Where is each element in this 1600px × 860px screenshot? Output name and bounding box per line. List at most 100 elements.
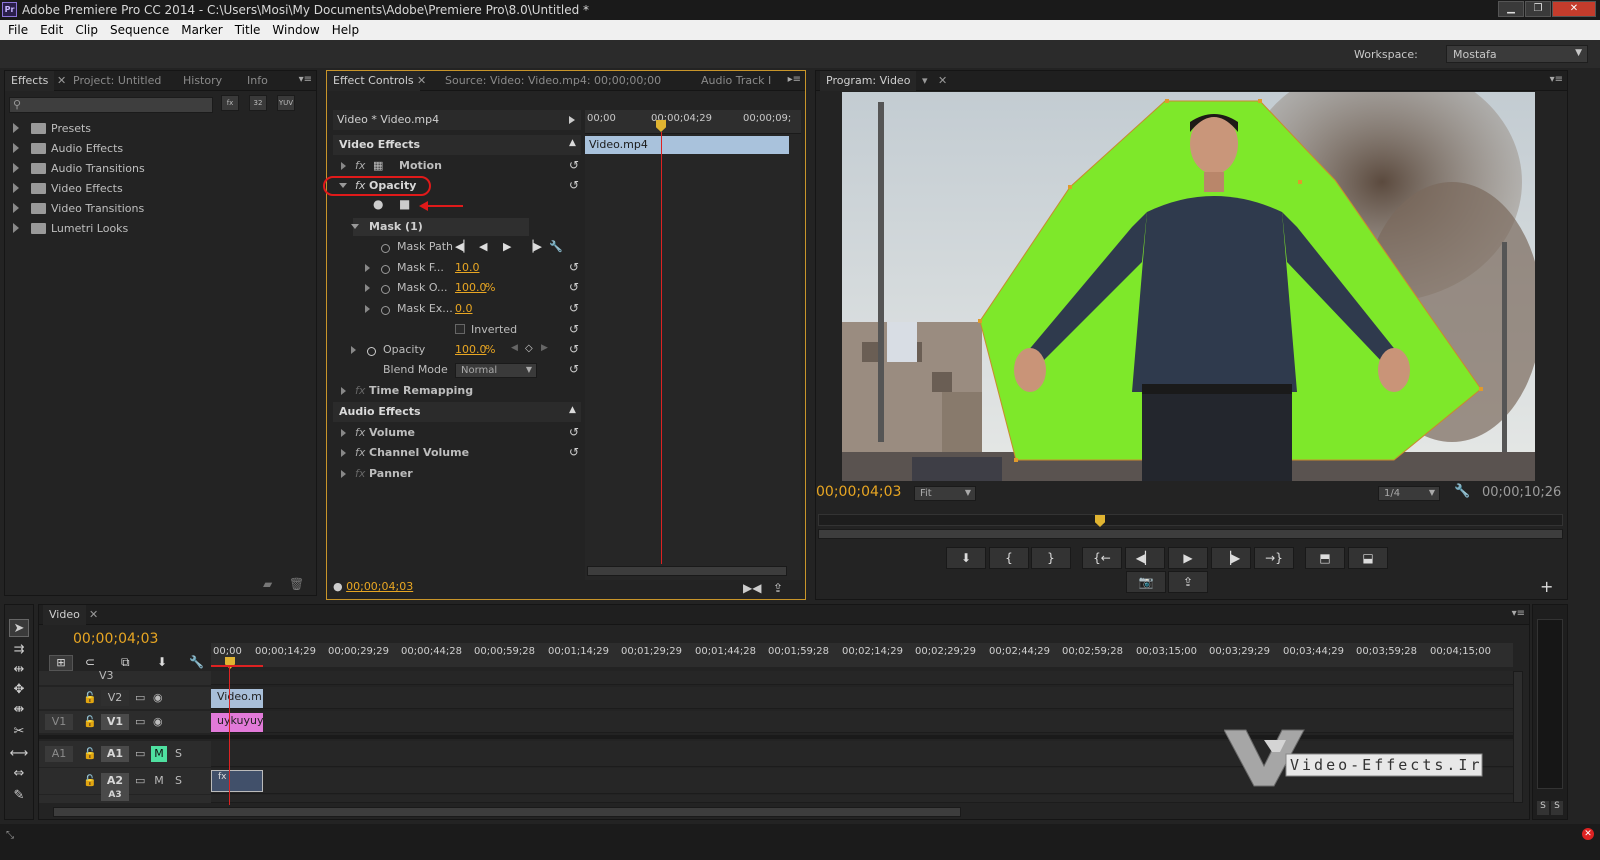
- wrench-icon[interactable]: 🔧: [189, 655, 204, 669]
- clip-v2[interactable]: Video.m: [211, 689, 263, 708]
- expand-icon[interactable]: [13, 223, 19, 233]
- add-marker-icon[interactable]: ⬇: [157, 655, 167, 669]
- play-button[interactable]: ▶: [1168, 547, 1208, 569]
- expand-icon[interactable]: [341, 429, 346, 437]
- solo-a2-button[interactable]: S: [175, 773, 182, 789]
- panel-menu-icon[interactable]: ▾≡: [299, 74, 312, 85]
- expand-icon[interactable]: [365, 284, 370, 292]
- fx-icon[interactable]: fx: [355, 159, 365, 172]
- button-editor-icon[interactable]: +: [1540, 577, 1553, 596]
- clip-a2[interactable]: fx: [211, 770, 263, 792]
- close-button[interactable]: ✕: [1552, 1, 1596, 17]
- resolution-select[interactable]: 1/4 ▼: [1378, 486, 1440, 501]
- mark-in-button[interactable]: {: [989, 547, 1029, 569]
- reset-icon[interactable]: ↺: [569, 445, 579, 459]
- panel-menu-icon[interactable]: ▸≡: [788, 74, 801, 85]
- workspace-select[interactable]: Mostafa ▼: [1446, 45, 1588, 63]
- program-current-timecode[interactable]: 00;00;04;03: [816, 484, 901, 500]
- export-frame-alt-button[interactable]: ⇪: [1168, 571, 1208, 593]
- add-marker-button[interactable]: ⬇: [946, 547, 986, 569]
- mute-a2-button[interactable]: M: [151, 773, 167, 789]
- lock-icon[interactable]: 🔓: [83, 714, 97, 730]
- export-frame-button[interactable]: 📷: [1126, 571, 1166, 593]
- film-icon[interactable]: ▭: [135, 714, 145, 730]
- new-bin-icon[interactable]: ▰: [263, 577, 272, 591]
- wrench-icon[interactable]: 🔧: [1454, 484, 1470, 499]
- panel-menu-icon[interactable]: ▾≡: [1550, 74, 1563, 85]
- reset-icon[interactable]: ↺: [569, 158, 579, 172]
- reset-icon[interactable]: ↺: [569, 322, 579, 336]
- work-area-bar[interactable]: [211, 665, 263, 667]
- lock-icon[interactable]: 🔓: [83, 690, 97, 706]
- clip-v1[interactable]: uykuyuy: [211, 713, 263, 732]
- effect-motion[interactable]: fx ▦ Motion ↺: [333, 156, 581, 176]
- expand-icon[interactable]: [341, 449, 346, 457]
- source-patch-v1[interactable]: V1: [45, 714, 73, 730]
- mask-feather-value[interactable]: 10.0: [455, 261, 480, 274]
- ellipse-mask-icon[interactable]: ●: [373, 197, 383, 211]
- timeline-horizontal-scrollbar[interactable]: [53, 807, 961, 817]
- menu-marker[interactable]: Marker: [177, 23, 230, 37]
- zoom-scrollbar[interactable]: [818, 529, 1563, 539]
- timeline-ruler[interactable]: 00;00 00;00;14;29 00;00;29;29 00;00;44;2…: [211, 643, 1513, 669]
- track-back-one-icon[interactable]: ◀: [479, 240, 487, 253]
- menu-edit[interactable]: Edit: [36, 23, 71, 37]
- rectangle-mask-icon[interactable]: ■: [399, 197, 410, 211]
- fx-icon[interactable]: fx: [355, 426, 365, 439]
- slip-tool-icon[interactable]: ⟷: [9, 745, 29, 763]
- mask-opacity-value[interactable]: 100.0: [455, 281, 487, 294]
- rate-stretch-tool-icon[interactable]: ⇼: [9, 701, 29, 719]
- wrench-icon[interactable]: 🔧: [549, 240, 563, 253]
- ripple-edit-tool-icon[interactable]: ⇹: [9, 661, 29, 679]
- tab-project[interactable]: Project: Untitled: [67, 71, 167, 91]
- collapse-icon[interactable]: [351, 224, 359, 229]
- eye-icon[interactable]: ◉: [153, 714, 163, 730]
- stopwatch-icon[interactable]: [381, 241, 390, 254]
- tab-history[interactable]: History: [177, 71, 228, 91]
- solo-right-button[interactable]: S: [1551, 801, 1563, 815]
- trash-icon[interactable]: 🗑: [289, 577, 304, 591]
- ec-timecode[interactable]: ● 00;00;04;03: [333, 580, 413, 593]
- menu-file[interactable]: File: [4, 23, 36, 37]
- reset-icon[interactable]: ↺: [569, 178, 579, 192]
- tab-close-icon[interactable]: ✕: [932, 71, 953, 91]
- blend-mode-select[interactable]: Normal ▼: [455, 363, 537, 378]
- track-v2[interactable]: 🔓 V2 ▭ ◉ Video.m: [39, 687, 1515, 709]
- expand-icon[interactable]: [365, 264, 370, 272]
- horizontal-scrollbar[interactable]: [587, 566, 787, 576]
- timeline-timecode[interactable]: 00;00;04;03: [73, 631, 158, 647]
- slide-tool-icon[interactable]: ⇔: [9, 765, 29, 783]
- track-target-a1[interactable]: A1: [101, 746, 129, 762]
- tab-source[interactable]: Source: Video: Video.mp4: 00;00;00;00: [439, 71, 667, 91]
- play-icon[interactable]: [569, 116, 575, 124]
- expand-icon[interactable]: [13, 143, 19, 153]
- inverted-checkbox[interactable]: [455, 324, 465, 334]
- menu-clip[interactable]: Clip: [71, 23, 106, 37]
- playhead[interactable]: [1095, 515, 1105, 527]
- reset-icon[interactable]: ↺: [569, 260, 579, 274]
- tab-close-icon[interactable]: ✕: [411, 71, 432, 91]
- reset-icon[interactable]: ↺: [569, 342, 579, 356]
- lock-icon[interactable]: 🔓: [83, 773, 97, 789]
- track-select-tool-icon[interactable]: ⇉: [9, 641, 29, 659]
- tab-audio-track[interactable]: Audio Track I: [695, 71, 777, 91]
- expand-icon[interactable]: [341, 387, 346, 395]
- minimize-button[interactable]: ▁: [1498, 1, 1524, 17]
- expand-icon[interactable]: [365, 305, 370, 313]
- effect-controls-timeline[interactable]: 00;00 00;00;04;29 00;00;09; Video.mp4: [585, 110, 801, 580]
- reset-icon[interactable]: ↺: [569, 362, 579, 376]
- tab-close-icon[interactable]: ✕: [83, 605, 104, 625]
- expand-icon[interactable]: [351, 346, 356, 354]
- microphone-icon[interactable]: ▭: [135, 746, 145, 762]
- step-back-button[interactable]: ◀▏: [1125, 547, 1165, 569]
- program-scrub-bar[interactable]: [818, 514, 1563, 527]
- solo-left-button[interactable]: S: [1537, 801, 1549, 815]
- expand-icon[interactable]: [13, 163, 19, 173]
- stopwatch-icon[interactable]: [367, 344, 376, 357]
- extract-button[interactable]: ⬓: [1348, 547, 1388, 569]
- fx-icon[interactable]: fx: [355, 446, 365, 459]
- tab-sequence-video[interactable]: Video: [43, 605, 86, 625]
- pen-tool-icon[interactable]: ✎: [9, 787, 29, 805]
- program-video-frame[interactable]: [842, 92, 1535, 481]
- playhead[interactable]: [225, 657, 235, 669]
